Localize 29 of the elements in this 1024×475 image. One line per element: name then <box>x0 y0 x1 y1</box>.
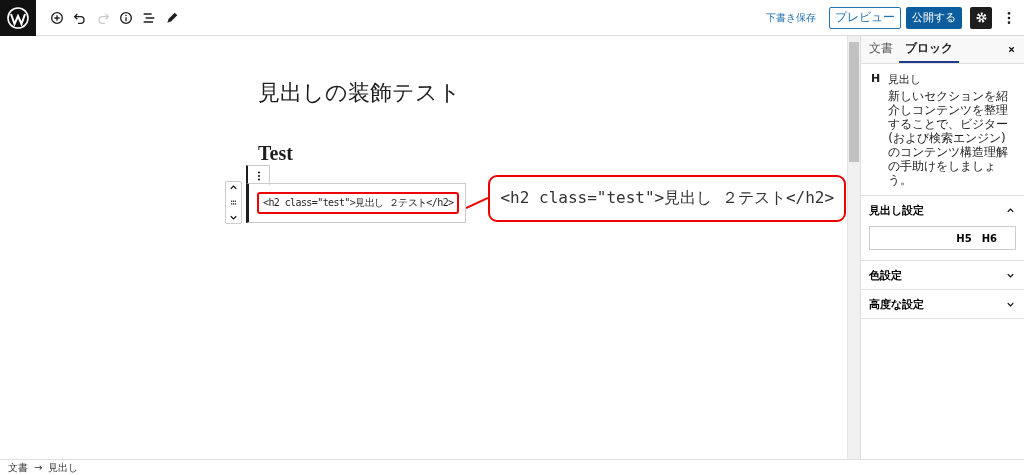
breadcrumb-separator: → <box>34 462 43 473</box>
block-type-icon: H <box>871 72 881 187</box>
block-options-button[interactable] <box>246 165 270 185</box>
panel-header[interactable]: 見出し設定 <box>861 196 1024 224</box>
preview-button[interactable]: プレビュー <box>829 6 901 29</box>
sidebar-tab[interactable]: 文書 <box>863 36 899 63</box>
heading-level-option[interactable]: H5 <box>956 232 972 244</box>
scrollbar[interactable] <box>847 36 860 459</box>
panel-header[interactable]: 高度な設定 <box>861 290 1024 318</box>
logo-icon[interactable] <box>0 0 36 36</box>
callout-text: <h2 class="test">見出し ２テスト</h2> <box>500 188 835 207</box>
block-description: 新しいセクションを紹介しコンテンツを整理することで、ビジター (および検索エンジン) のコンテンツ構造理解の手助けをしましょう。 <box>888 89 1010 187</box>
heading-text[interactable]: Test <box>258 142 293 165</box>
code-block[interactable]: <h2 class="test">見出し ２テスト</h2> <box>246 182 467 223</box>
close-icon <box>1007 45 1016 54</box>
info-icon <box>118 9 134 26</box>
drag-handle-button[interactable] <box>228 197 239 208</box>
breadcrumb-item[interactable]: 文書 <box>8 460 28 475</box>
panel-header[interactable]: 色設定 <box>861 261 1024 289</box>
settings-button[interactable] <box>970 6 992 29</box>
post-title[interactable]: 見出しの装飾テスト <box>258 78 461 108</box>
heading-level-option[interactable]: H6 <box>981 232 997 244</box>
publish-button[interactable]: 公開する <box>906 6 962 29</box>
breadcrumb-item[interactable]: 見出し <box>48 460 79 475</box>
sidebar-tab[interactable]: ブロック <box>899 36 959 63</box>
save-draft-button[interactable]: 下書き保存 <box>763 7 819 28</box>
drag-handle-icon <box>228 197 239 208</box>
block-name: 見出し <box>888 72 923 87</box>
add-block-icon <box>49 9 65 26</box>
